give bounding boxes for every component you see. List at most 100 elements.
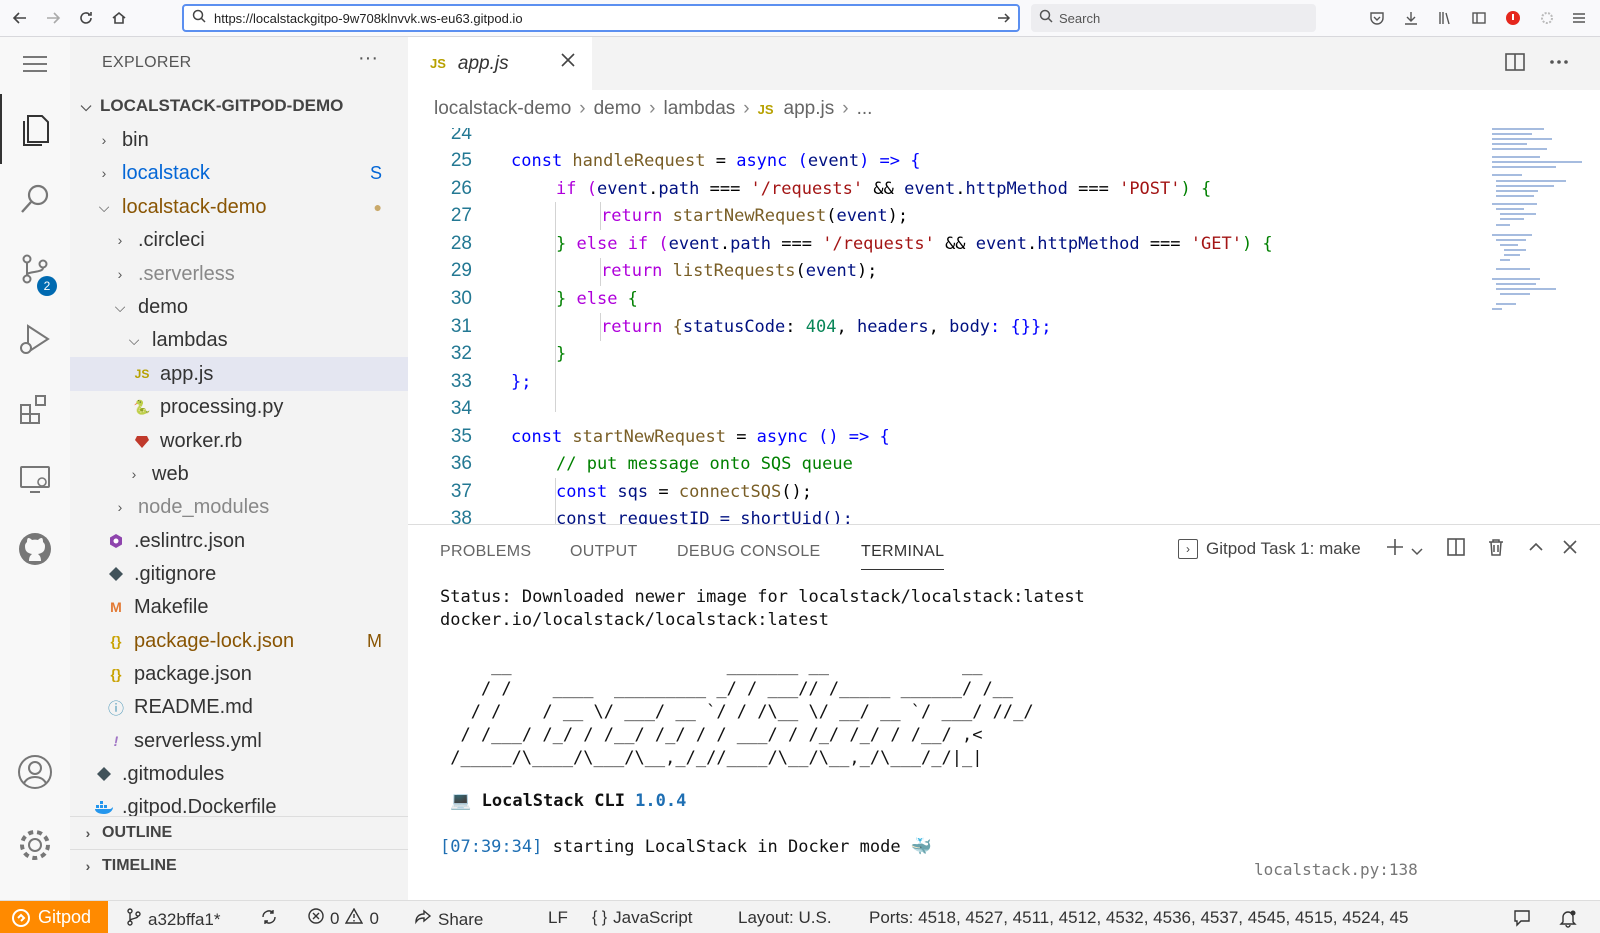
split-terminal-icon[interactable] [1446,537,1466,563]
tree-file-makefile[interactable]: M Makefile [70,590,408,624]
hamburger-menu-icon[interactable] [1568,7,1590,29]
source-control-icon[interactable]: 2 [0,234,70,304]
eslint-file-icon [106,533,126,549]
tree-file-readme[interactable]: ⓘ README.md [70,690,408,724]
share-button[interactable]: Share [414,908,483,931]
breadcrumb-item[interactable]: app.js [784,98,835,120]
tree-folder-localstack-demo[interactable]: ⌵ localstack-demo ● [70,190,408,224]
code-line: 28 } else if (event.path === '/requests'… [408,230,1468,258]
url-text: https://localstackgitpo-9w708klnvvk.ws-e… [214,10,523,26]
language-mode-button[interactable]: { } JavaScript [592,908,693,928]
chevron-down-icon[interactable] [1410,541,1424,564]
github-icon[interactable] [0,514,70,584]
extension-gear-icon[interactable] [1536,7,1558,29]
tab-output[interactable]: OUTPUT [570,543,638,561]
tree-file-processing-py[interactable]: 🐍 processing.py [70,390,408,424]
chevron-down-icon: ⌵ [98,198,110,215]
sidebar-toggle-icon[interactable] [1468,7,1490,29]
go-arrow-icon[interactable] [996,10,1012,31]
tree-file-serverless-yml[interactable]: ! serverless.yml [70,724,408,758]
line-number: 29 [450,259,472,281]
tree-folder-web[interactable]: › web [70,457,408,491]
code-text: } else { [556,288,638,309]
feedback-icon[interactable] [1512,908,1532,928]
docker-file-icon [94,800,114,814]
explorer-title: EXPLORER [102,54,192,71]
account-icon[interactable] [0,737,70,807]
url-bar[interactable]: https://localstackgitpo-9w708klnvvk.ws-e… [182,4,1020,32]
new-terminal-icon[interactable] [1385,537,1405,563]
eol-indicator[interactable]: LF [548,908,568,928]
close-icon[interactable] [1560,537,1580,563]
tree-file-gitignore[interactable]: .gitignore [70,557,408,591]
keyboard-layout-button[interactable]: Layout: U.S. [738,908,832,928]
branch-indicator[interactable]: a32bffa1* [126,908,220,931]
tree-file-gitmodules[interactable]: .gitmodules [70,757,408,791]
settings-gear-icon[interactable] [0,810,70,880]
sync-button[interactable] [260,908,278,931]
code-editor[interactable]: 24 25 const handleRequest = async (event… [408,128,1600,524]
tree-file-app-js[interactable]: JS app.js [70,357,408,391]
code-line: 30 } else { [408,285,1468,313]
split-editor-icon[interactable] [1504,51,1526,79]
breadcrumb-item[interactable]: ... [857,98,873,120]
tree-file-package-lock-json[interactable]: {} package-lock.json M [70,624,408,658]
tab-problems[interactable]: PROBLEMS [440,543,531,561]
search-icon[interactable] [0,164,70,234]
tree-folder-serverless[interactable]: › .serverless [70,257,408,291]
close-icon[interactable] [560,51,576,74]
run-debug-icon[interactable] [0,304,70,374]
notifications-bell-icon[interactable] [1558,908,1578,928]
tree-file-package-json[interactable]: {} package.json [70,657,408,691]
remote-explorer-icon[interactable] [0,444,70,514]
reload-icon[interactable] [74,6,98,30]
chevron-right-icon: › [101,165,107,181]
tab-app-js[interactable]: JS app.js [408,37,592,90]
library-icon[interactable] [1434,7,1456,29]
trash-icon[interactable] [1486,537,1506,563]
download-icon[interactable] [1400,7,1422,29]
tab-terminal[interactable]: TERMINAL [861,543,945,570]
browser-search-field[interactable]: Search [1031,4,1316,32]
gitpod-label: Gitpod [38,907,92,927]
explorer-more-actions[interactable]: ··· [358,47,378,70]
breadcrumb-item[interactable]: lambdas [663,98,735,120]
breadcrumb-item[interactable]: localstack-demo [434,98,571,120]
extension-red-icon[interactable] [1502,7,1524,29]
workspace-root-folder[interactable]: ⌵ LOCALSTACK-GITPOD-DEMO [70,89,408,123]
timeline-section[interactable]: › TIMELINE [70,849,408,882]
maximize-panel-icon[interactable] [1526,537,1546,563]
warning-icon [345,907,364,929]
tree-folder-circleci[interactable]: › .circleci [70,223,408,257]
tree-folder-bin[interactable]: › bin [70,123,408,157]
code-line: 37 const sqs = connectSQS(); [408,478,1468,506]
ports-indicator[interactable]: Ports: 4518, 4527, 4511, 4512, 4532, 453… [869,908,1494,928]
tree-item-label: lambdas [152,328,228,351]
outline-section[interactable]: › OUTLINE [70,816,408,849]
breadcrumb-item[interactable]: demo [594,98,642,120]
more-actions-icon[interactable] [1548,51,1570,79]
tree-folder-demo[interactable]: ⌵ demo [70,290,408,324]
forward-icon[interactable] [41,6,65,30]
terminal-selector[interactable]: › Gitpod Task 1: make [1178,539,1361,559]
explorer-files-icon[interactable] [0,94,70,164]
tree-file-eslintrc[interactable]: .eslintrc.json [70,524,408,558]
tree-folder-node-modules[interactable]: › node_modules [70,490,408,524]
minimap[interactable] [1488,128,1598,524]
pocket-icon[interactable] [1366,7,1388,29]
gitpod-remote-button[interactable]: Gitpod [0,901,108,933]
tree-folder-lambdas[interactable]: ⌵ lambdas [70,323,408,357]
tree-item-label: .gitmodules [122,762,225,785]
tree-file-worker-rb[interactable]: worker.rb [70,424,408,458]
tab-label: app.js [457,52,509,74]
menu-icon[interactable] [0,29,70,99]
tab-debug-console[interactable]: DEBUG CONSOLE [677,543,821,561]
home-icon[interactable] [107,6,131,30]
code-comment: // put message onto SQS queue [556,453,853,474]
ascii-art-line: / / / __ \/ ___/ __ `/ / /\__ \/ __/ __ … [440,702,1034,722]
terminal-line: 💻 LocalStack CLI 1.0.4 [440,791,686,814]
tree-folder-localstack[interactable]: › localstack S [70,156,408,190]
problems-indicator[interactable]: 0 0 [308,907,379,929]
back-icon[interactable] [8,6,32,30]
extensions-icon[interactable] [0,374,70,444]
